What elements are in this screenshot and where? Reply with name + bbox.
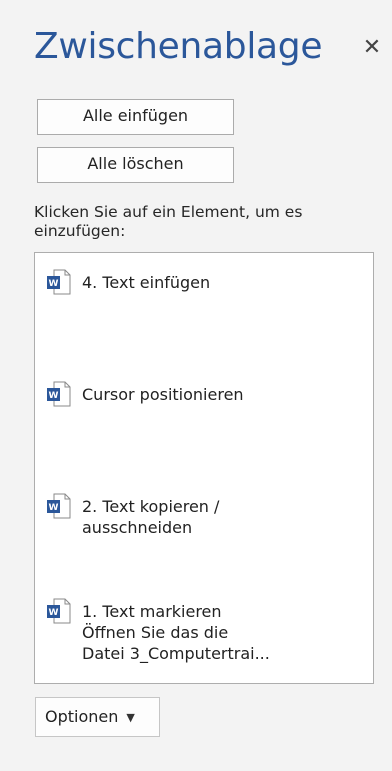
- clipboard-pane: Zwischenablage ✕ Alle einfügen Alle lösc…: [0, 0, 392, 771]
- word-document-icon: W: [45, 492, 73, 520]
- pane-title: Zwischenablage: [34, 26, 323, 67]
- clipboard-item-text: 1. Text markieren Öffnen Sie das die Dat…: [82, 602, 270, 663]
- clipboard-item[interactable]: W 2. Text kopieren / ausschneiden: [45, 492, 363, 552]
- clipboard-item[interactable]: W 4. Text einfügen: [45, 268, 363, 308]
- close-icon[interactable]: ✕: [360, 34, 384, 62]
- options-dropdown-button[interactable]: Optionen ▼: [35, 697, 160, 737]
- options-label: Optionen: [45, 707, 119, 726]
- clipboard-item-text: 2. Text kopieren / ausschneiden: [82, 497, 220, 537]
- svg-text:W: W: [49, 391, 59, 401]
- clipboard-item-list: W 4. Text einfügen W Cursor positioniere…: [34, 252, 374, 684]
- word-document-icon: W: [45, 268, 73, 296]
- svg-text:W: W: [49, 503, 59, 513]
- word-document-icon: W: [45, 597, 73, 625]
- svg-text:W: W: [49, 279, 59, 289]
- clipboard-item[interactable]: W Cursor positionieren: [45, 380, 363, 420]
- clipboard-item-text: Cursor positionieren: [82, 385, 244, 404]
- clear-all-button[interactable]: Alle löschen: [37, 147, 234, 183]
- paste-all-button[interactable]: Alle einfügen: [37, 99, 234, 135]
- clipboard-item-text: 4. Text einfügen: [82, 273, 211, 292]
- instruction-text: Klicken Sie auf ein Element, um es einzu…: [34, 203, 303, 240]
- svg-text:W: W: [49, 608, 59, 618]
- caret-down-icon: ▼: [126, 711, 135, 724]
- clipboard-item[interactable]: W 1. Text markieren Öffnen Sie das die D…: [45, 597, 363, 677]
- word-document-icon: W: [45, 380, 73, 408]
